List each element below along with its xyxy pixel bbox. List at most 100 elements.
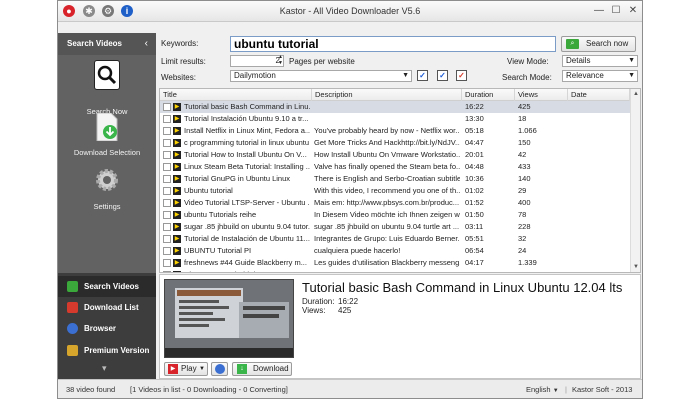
row-checkbox[interactable] [163, 187, 171, 195]
row-duration: 06:54 [465, 246, 484, 255]
company-label: Kastor Soft - 2013 [572, 385, 633, 394]
limit-results-input[interactable]: 2 [230, 55, 284, 67]
nav-download-list-label: Download List [84, 303, 139, 312]
table-scrollbar[interactable]: ▲ ▼ [630, 89, 640, 272]
row-views: 425 [518, 102, 531, 111]
duration-value: 16:22 [338, 297, 359, 306]
table-row[interactable]: ▶Ubuntu For Android demo [160, 269, 630, 272]
preview-button[interactable] [211, 362, 228, 376]
scroll-down-icon[interactable]: ▼ [631, 262, 641, 272]
row-description: There is English and Serbo-Croatian subt… [314, 174, 460, 183]
row-checkbox[interactable] [163, 151, 171, 159]
row-checkbox[interactable] [163, 127, 171, 135]
table-row[interactable]: ▶ Tutorial Instalación Ubuntu 9.10 a tr..… [160, 113, 630, 125]
row-checkbox[interactable] [163, 139, 171, 147]
minimize-button[interactable]: — [592, 4, 606, 18]
row-duration: 01:50 [465, 210, 484, 219]
row-description: How Install Ubuntu On Vmware Workstatio.… [314, 150, 460, 159]
check-selected-button[interactable]: ✓ [437, 70, 448, 81]
row-checkbox[interactable] [163, 247, 171, 255]
row-checkbox[interactable] [163, 259, 171, 267]
table-row[interactable]: ▶ Tutorial de Instalación de Ubuntu 11...… [160, 233, 630, 245]
row-title: Video Tutorial LTSP-Server - Ubuntu ... [184, 198, 310, 207]
table-row[interactable]: ▶ Tutorial basic Bash Command in Linu... 1… [160, 101, 630, 113]
video-thumbnail[interactable] [164, 279, 294, 358]
column-title[interactable]: Title [160, 89, 312, 101]
play-button[interactable]: ▶ Play ▼ [164, 362, 208, 376]
scroll-up-icon[interactable]: ▲ [631, 89, 641, 99]
download-button[interactable]: ↓ Download [232, 362, 292, 376]
keywords-input[interactable]: ubuntu tutorial [230, 36, 556, 52]
row-checkbox[interactable] [163, 235, 171, 243]
chevron-down-icon[interactable]: ▼ [199, 363, 205, 375]
table-row[interactable]: ▶ Tutorial GnuPG in Ubuntu Linux There is … [160, 173, 630, 185]
download-selection-button[interactable]: Download Selection [58, 112, 156, 157]
column-description[interactable]: Description [312, 89, 462, 101]
row-title: Ubuntu tutorial [184, 186, 233, 195]
search-mode-select[interactable]: Relevance ▼ [562, 70, 638, 82]
sidebar-nav: Search Videos Download List Browser Prem… [58, 273, 156, 379]
close-button[interactable]: ✕ [626, 4, 640, 18]
column-views[interactable]: Views [515, 89, 568, 101]
uncheck-all-button[interactable]: ✓ [456, 70, 467, 81]
row-description [314, 269, 460, 272]
limit-results-stepper[interactable]: ▲ ▼ [278, 54, 283, 66]
nav-browser[interactable]: Browser [58, 318, 156, 339]
row-description: Get More Tricks And Hackhttp://bit.ly/Nd… [314, 138, 460, 147]
table-row[interactable]: ▶ Tutorial How to Install Ubuntu On V... H… [160, 149, 630, 161]
row-checkbox[interactable] [163, 271, 171, 272]
row-checkbox[interactable] [163, 115, 171, 123]
row-checkbox[interactable] [163, 103, 171, 111]
browser-icon [67, 323, 78, 334]
row-title: ubuntu Tutorials reihe [184, 210, 257, 219]
search-mode-value: Relevance [566, 71, 604, 80]
maximize-button[interactable]: ☐ [609, 4, 623, 18]
row-checkbox[interactable] [163, 199, 171, 207]
row-description: Valve has finally opened the Steam beta … [314, 162, 460, 171]
search-now-button[interactable]: Search Now [58, 60, 156, 116]
row-duration [465, 269, 513, 272]
view-mode-select[interactable]: Details ▼ [562, 55, 638, 67]
column-date[interactable]: Date [568, 89, 630, 101]
table-row[interactable]: ▶ Linux Steam Beta Tutorial: Installing .… [160, 161, 630, 173]
sidebar-header-label: Search Videos [67, 39, 122, 48]
row-checkbox[interactable] [163, 223, 171, 231]
row-checkbox[interactable] [163, 175, 171, 183]
table-row[interactable]: ▶ UBUNTU Tutorial PI cualquiera puede hace… [160, 245, 630, 257]
search-controls: Keywords: ubuntu tutorial ⌕ Search now L… [157, 33, 642, 88]
row-duration: 04:47 [465, 138, 484, 147]
row-views: 1.066 [518, 126, 537, 135]
settings-button[interactable]: Settings [58, 167, 156, 211]
chevron-down-icon: ▼ [628, 57, 635, 64]
row-duration: 05:18 [465, 126, 484, 135]
check-all-button[interactable]: ✓ [417, 70, 428, 81]
row-description: sugar .85 jhbuild on ubuntu 9.04 turtle … [314, 222, 460, 231]
pages-per-website-label: Pages per website [289, 57, 355, 66]
table-row[interactable]: ▶ sugar .85 jhbuild on ubuntu 9.04 tutor.… [160, 221, 630, 233]
table-row[interactable]: ▶ Video Tutorial LTSP-Server - Ubuntu ...… [160, 197, 630, 209]
videos-found-count: 38 video found [66, 385, 116, 394]
globe-icon [215, 364, 225, 374]
websites-select[interactable]: Dailymotion ▼ [230, 70, 412, 82]
row-checkbox[interactable] [163, 163, 171, 171]
table-row[interactable]: ▶ ubuntu Tutorials reihe In Diesem Video m… [160, 209, 630, 221]
gear-icon [94, 167, 120, 195]
table-row[interactable]: ▶ c programming tutorial in linux ubuntu G… [160, 137, 630, 149]
nav-search-videos[interactable]: Search Videos [58, 276, 156, 297]
row-title: sugar .85 jhbuild on ubuntu 9.04 tutor..… [184, 222, 310, 231]
search-now-top-button[interactable]: ⌕ Search now [561, 36, 636, 52]
nav-premium-version[interactable]: Premium Version [58, 340, 156, 361]
sidebar-collapse-button[interactable]: ‹ [145, 33, 148, 55]
search-button-icon: ⌕ [566, 39, 579, 49]
row-title: Tutorial GnuPG in Ubuntu Linux [184, 174, 291, 183]
limit-results-label: Limit results: [161, 57, 206, 66]
row-checkbox[interactable] [163, 211, 171, 219]
table-row[interactable]: ▶ freshnews #44 Guide Blackberry m... Les … [160, 257, 630, 269]
table-row[interactable]: ▶ Install Netflix in Linux Mint, Fedora a… [160, 125, 630, 137]
column-duration[interactable]: Duration [462, 89, 515, 101]
more-arrow-icon[interactable]: ▾ [102, 363, 107, 374]
nav-download-list[interactable]: Download List [58, 297, 156, 318]
table-row[interactable]: ▶ Ubuntu tutorial With this video, I recom… [160, 185, 630, 197]
language-select[interactable]: English ▼ [526, 380, 559, 398]
video-file-icon: ▶ [173, 139, 181, 147]
